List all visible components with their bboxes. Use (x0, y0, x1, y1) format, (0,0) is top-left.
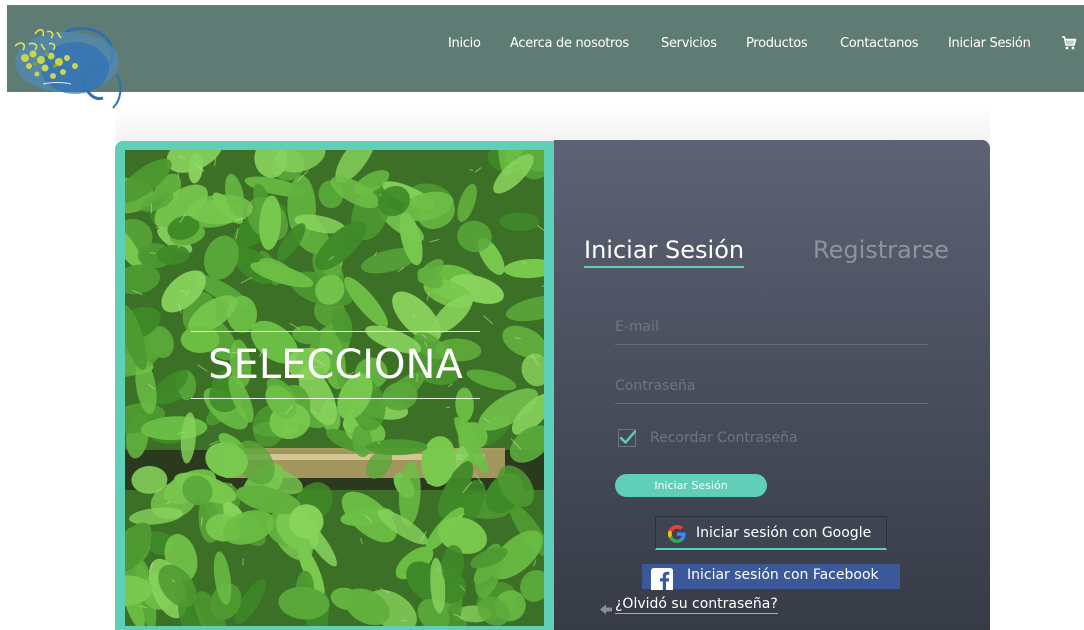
nav-item-acerca[interactable]: Acerca de nosotros (510, 36, 629, 51)
tab-login[interactable]: Iniciar Sesión (584, 236, 744, 268)
nav-item-inicio[interactable]: Inicio (448, 36, 481, 51)
site-header: Inicio Acerca de nosotros Servicios Prod… (7, 5, 1084, 92)
hero-title: SELECCIONA (191, 331, 480, 399)
remember-label: Recordar Contraseña (650, 430, 798, 446)
facebook-login-button[interactable]: Iniciar sesión con Facebook (642, 564, 900, 589)
email-field[interactable] (615, 310, 928, 345)
forgot-password-label: ¿Olvidó su contraseña? (615, 596, 778, 614)
nav-item-iniciar-sesion[interactable]: Iniciar Sesión (948, 36, 1031, 51)
card-shadow (115, 106, 990, 142)
tab-register[interactable]: Registrarse (813, 236, 949, 266)
facebook-button-label: Iniciar sesión con Facebook (687, 567, 879, 583)
password-field[interactable] (615, 369, 928, 404)
hero-panel: SELECCIONA (115, 141, 554, 630)
google-icon (668, 525, 686, 543)
login-panel: Iniciar Sesión Registrarse Recordar Cont… (554, 140, 990, 630)
arrow-left-icon (600, 600, 614, 611)
google-button-label: Iniciar sesión con Google (696, 525, 871, 541)
shopping-cart-icon[interactable] (1061, 35, 1077, 51)
nav-item-servicios[interactable]: Servicios (661, 36, 717, 51)
google-login-button[interactable]: Iniciar sesión con Google (655, 516, 887, 550)
login-button[interactable]: Iniciar Sesión (615, 474, 767, 497)
main-nav: Inicio Acerca de nosotros Servicios Prod… (7, 5, 1084, 81)
nav-item-productos[interactable]: Productos (746, 36, 807, 51)
nav-item-contactanos[interactable]: Contactanos (840, 36, 918, 51)
checkmark-icon[interactable] (618, 429, 636, 447)
facebook-icon (651, 568, 673, 590)
site-logo[interactable] (5, 20, 125, 106)
